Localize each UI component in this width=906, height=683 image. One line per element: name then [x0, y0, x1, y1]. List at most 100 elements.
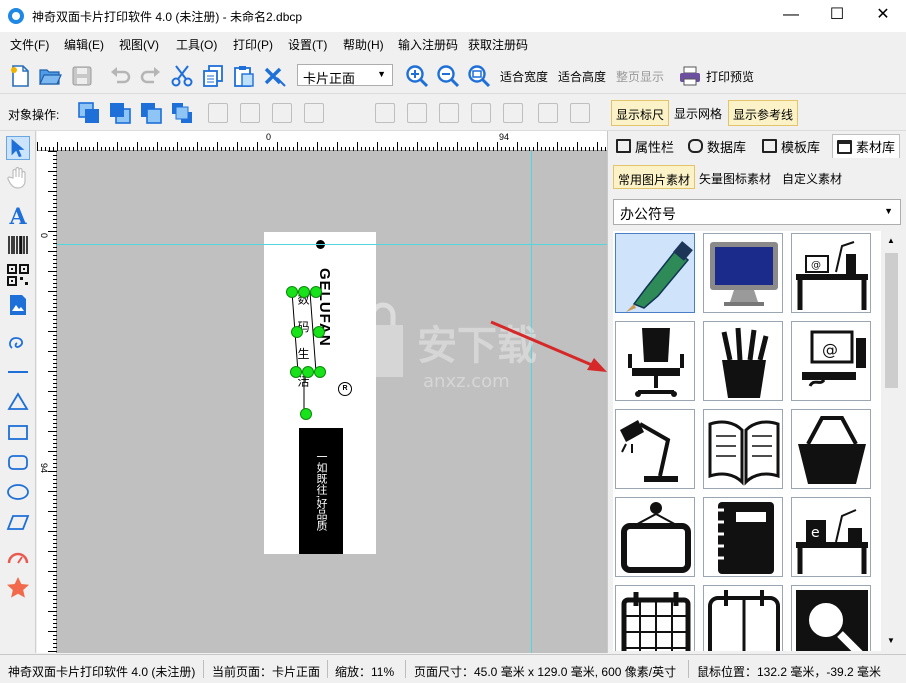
resize-handle[interactable] [290, 366, 302, 378]
zoom-fit-icon[interactable] [467, 64, 491, 88]
send-backward-icon[interactable] [170, 101, 194, 125]
tab-materials[interactable]: 素材库 [832, 134, 901, 158]
copy-icon[interactable] [201, 64, 225, 88]
page-side-select[interactable]: 卡片正面 ▼ [297, 64, 393, 86]
material-calendar[interactable] [615, 585, 695, 651]
resize-handle[interactable] [314, 366, 326, 378]
tab-templates[interactable]: 模板库 [758, 134, 824, 158]
material-frame[interactable] [615, 497, 695, 577]
resize-handle[interactable] [286, 286, 298, 298]
material-desk-phone[interactable]: e [791, 497, 871, 577]
print-preview-button[interactable]: 打印预览 [706, 68, 754, 85]
bring-forward-icon[interactable] [139, 101, 163, 125]
zoom-in-icon[interactable] [405, 64, 429, 88]
guide-line-horizontal[interactable] [57, 244, 607, 245]
maximize-button[interactable]: ☐ [814, 0, 860, 32]
subtab-common-images[interactable]: 常用图片素材 [613, 165, 696, 189]
same-height-icon[interactable] [471, 103, 491, 123]
menu-get-code[interactable]: 获取注册码 [468, 36, 528, 53]
material-desktop-mail[interactable]: @ [791, 321, 871, 401]
printer-icon[interactable] [678, 64, 702, 88]
resize-handle[interactable] [310, 286, 322, 298]
guide-line-vertical[interactable] [531, 151, 532, 653]
align-middle-icon[interactable] [407, 103, 427, 123]
menu-enter-code[interactable]: 输入注册码 [398, 36, 458, 53]
design-canvas[interactable]: 一如既往,好品质 GELUFAN 数 码 生 活 R 安下载 anxz.com [57, 151, 607, 653]
align-left-icon[interactable] [208, 103, 228, 123]
align-right-icon[interactable] [272, 103, 292, 123]
align-center-icon[interactable] [240, 103, 260, 123]
close-button[interactable]: ✕ [860, 0, 906, 32]
save-icon[interactable] [70, 64, 94, 88]
open-folder-icon[interactable] [38, 64, 62, 88]
qrcode-icon[interactable] [6, 263, 30, 287]
material-open-book[interactable] [703, 409, 783, 489]
menu-edit[interactable]: 编辑(E) [64, 36, 104, 53]
show-grid-toggle[interactable]: 显示网格 [670, 100, 726, 126]
triangle-tool-icon[interactable] [6, 390, 30, 414]
parallelogram-tool-icon[interactable] [6, 510, 30, 534]
cut-icon[interactable] [170, 64, 194, 88]
rounded-rect-tool-icon[interactable] [6, 450, 30, 474]
material-basket[interactable] [791, 409, 871, 489]
zoom-out-icon[interactable] [436, 64, 460, 88]
menu-settings[interactable]: 设置(T) [288, 36, 327, 53]
barcode-icon[interactable] [6, 233, 30, 257]
menu-print[interactable]: 打印(P) [233, 36, 273, 53]
material-office-chair[interactable] [615, 321, 695, 401]
scroll-up-icon[interactable]: ▲ [887, 236, 895, 245]
menu-tools[interactable]: 工具(O) [176, 36, 217, 53]
resize-handle[interactable] [298, 286, 310, 298]
category-select[interactable]: 办公符号 ▼ [613, 199, 901, 225]
text-tool-icon[interactable]: A [6, 203, 30, 227]
new-file-icon[interactable] [8, 64, 32, 88]
resize-handle[interactable] [291, 326, 303, 338]
undo-icon[interactable] [108, 64, 132, 88]
resize-handle[interactable] [302, 366, 314, 378]
image-tool-icon[interactable] [6, 293, 30, 317]
full-page-button[interactable]: 整页显示 [616, 68, 664, 85]
card-page[interactable]: 一如既往,好品质 GELUFAN 数 码 生 活 R [264, 232, 376, 554]
paste-icon[interactable] [232, 64, 256, 88]
redo-icon[interactable] [139, 64, 163, 88]
bring-front-icon[interactable] [77, 101, 101, 125]
material-desk-lamp[interactable] [615, 409, 695, 489]
rotate-handle[interactable] [300, 408, 312, 420]
same-size-icon[interactable] [503, 103, 523, 123]
hand-pan-icon[interactable] [6, 166, 30, 190]
fit-width-button[interactable]: 适合宽度 [500, 68, 548, 85]
fit-height-button[interactable]: 适合高度 [558, 68, 606, 85]
show-ruler-toggle[interactable]: 显示标尺 [611, 100, 670, 126]
star-tool-icon[interactable] [6, 576, 30, 600]
subtab-custom[interactable]: 自定义素材 [778, 165, 846, 189]
menu-file[interactable]: 文件(F) [10, 36, 49, 53]
group-icon[interactable] [538, 103, 558, 123]
black-label-box[interactable]: 一如既往,好品质 [299, 428, 343, 554]
resize-handle[interactable] [313, 326, 325, 338]
align-top-icon[interactable] [375, 103, 395, 123]
rectangle-tool-icon[interactable] [6, 420, 30, 444]
subtab-vector-icons[interactable]: 矢量图标素材 [695, 165, 775, 189]
ungroup-icon[interactable] [570, 103, 590, 123]
same-width-icon[interactable] [304, 103, 324, 123]
align-bottom-icon[interactable] [439, 103, 459, 123]
curve-tool-icon[interactable] [6, 330, 30, 354]
gauge-tool-icon[interactable] [6, 547, 30, 571]
scroll-down-icon[interactable]: ▼ [887, 636, 895, 645]
scroll-thumb[interactable] [885, 253, 898, 388]
ellipse-tool-icon[interactable] [6, 480, 30, 504]
minimize-button[interactable]: — [768, 0, 814, 32]
menu-view[interactable]: 视图(V) [119, 36, 159, 53]
line-tool-icon[interactable] [6, 360, 30, 384]
menu-help[interactable]: 帮助(H) [343, 36, 384, 53]
material-planner[interactable] [703, 585, 783, 651]
material-pen[interactable] [615, 233, 695, 313]
material-pencil-cup[interactable] [703, 321, 783, 401]
gallery-scrollbar[interactable]: ▲ ▼ [883, 231, 900, 651]
material-notebook[interactable] [703, 497, 783, 577]
material-desk-computer[interactable]: @ [791, 233, 871, 313]
show-guides-toggle[interactable]: 显示参考线 [728, 100, 799, 126]
send-back-icon[interactable] [108, 101, 132, 125]
select-arrow-icon[interactable] [6, 136, 30, 160]
material-monitor[interactable] [703, 233, 783, 313]
